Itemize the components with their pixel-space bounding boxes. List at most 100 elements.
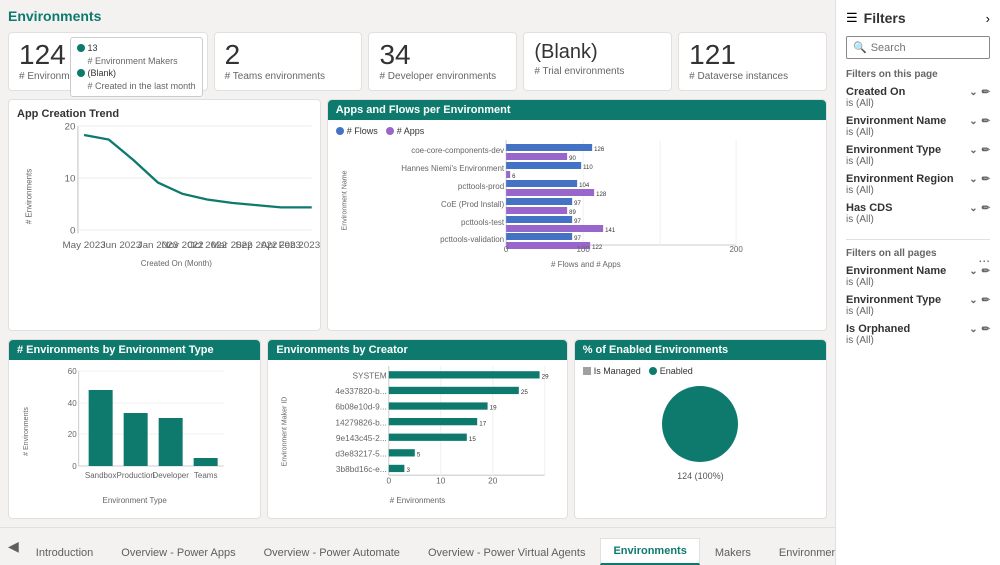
filters-on-page-label: Filters on this page (846, 69, 990, 80)
tab-overview-power-apps[interactable]: Overview - Power Apps (108, 540, 248, 565)
page-title: Environments (8, 8, 827, 24)
stat-label-trial: # Trial environments (534, 66, 661, 77)
filter-chevron-2[interactable]: ⌄ (969, 145, 977, 156)
stat-label-dataverse: # Dataverse instances (689, 71, 816, 82)
filter-chevron-1[interactable]: ⌄ (969, 116, 977, 127)
filters-all-pages-label: Filters on all pages (846, 248, 937, 259)
legend-flows-dot (336, 127, 344, 135)
svg-text:6b08e10d-9...: 6b08e10d-9... (336, 402, 387, 412)
filter-edit-all-1[interactable]: ✏ (982, 295, 990, 306)
stat-number-dataverse: 121 (689, 41, 816, 69)
filter-chevron-4[interactable]: ⌄ (969, 203, 977, 214)
filter-edit-4[interactable]: ✏ (982, 203, 990, 214)
svg-text:60: 60 (68, 367, 77, 376)
svg-text:4e337820-b...: 4e337820-b... (336, 386, 387, 396)
legend-managed: Is Managed (583, 366, 641, 376)
filter-chevron-all-2[interactable]: ⌄ (969, 324, 977, 335)
svg-text:20: 20 (68, 430, 77, 439)
filter-all-env-name: Environment Name ⌄ ✏ is (All) (846, 265, 990, 288)
tab-introduction[interactable]: Introduction (23, 540, 106, 565)
filters-all-pages-dots[interactable]: ... (978, 249, 990, 265)
stat-card-trial: (Blank) # Trial environments (523, 32, 672, 91)
bottom-tabs: ◀ Introduction Overview - Power Apps Ove… (0, 527, 835, 565)
stat-label-teams: # Teams environments (225, 71, 352, 82)
tooltip-dot (77, 44, 85, 52)
stat-label-developer: # Developer environments (379, 71, 506, 82)
search-input[interactable] (871, 42, 983, 54)
svg-text:Developer: Developer (152, 471, 189, 480)
filter-has-cds: Has CDS ⌄ ✏ is (All) (846, 202, 990, 225)
filter-edit-all-2[interactable]: ✏ (982, 324, 990, 335)
svg-text:141: 141 (605, 228, 616, 234)
sidebar-divider (846, 239, 990, 240)
stat-card-teams: 2 # Teams environments (214, 32, 363, 91)
tab-environments[interactable]: Environments (600, 538, 699, 565)
pie-svg (655, 379, 745, 469)
tab-prev-btn[interactable]: ◀ (4, 538, 23, 555)
filter-env-region: Environment Region ⌄ ✏ is (All) (846, 173, 990, 196)
svg-text:40: 40 (68, 399, 77, 408)
creator-x-label: # Environments (276, 496, 558, 505)
svg-text:Teams: Teams (194, 471, 218, 480)
sidebar: ☰ Filters › 🔍 Filters on this page Creat… (835, 0, 1000, 565)
search-box[interactable]: 🔍 (846, 36, 990, 59)
app-creation-trend-title: App Creation Trend (17, 108, 312, 120)
sidebar-chevron-right[interactable]: › (986, 11, 990, 26)
env-type-svg: 60 40 20 0 Sandbox (35, 366, 252, 491)
content-area: Environments 124 # Environments 13 # Env… (0, 0, 835, 527)
stats-row: 124 # Environments 13 # Environment Make… (8, 32, 827, 91)
svg-text:15: 15 (469, 436, 476, 443)
svg-text:110: 110 (583, 165, 593, 171)
filter-created-on: Created On ⌄ ✏ is (All) (846, 86, 990, 109)
filter-edit-0[interactable]: ✏ (982, 87, 990, 98)
stat-number-developer: 34 (379, 41, 506, 69)
pie-legend: Is Managed Enabled (583, 366, 818, 376)
svg-text:17: 17 (480, 420, 487, 427)
svg-text:100: 100 (576, 245, 590, 254)
svg-text:19: 19 (490, 405, 497, 412)
creator-y-label: Environment Maker ID (281, 396, 288, 466)
tab-environment-capacity[interactable]: Environment Capacity (766, 540, 835, 565)
filter-chevron-all-1[interactable]: ⌄ (969, 295, 977, 306)
filter-edit-2[interactable]: ✏ (982, 145, 990, 156)
pie-container: 124 (100%) (583, 380, 818, 480)
creator-card: Environments by Creator Environment Make… (267, 339, 567, 519)
svg-text:pcttools-prod: pcttools-prod (458, 182, 504, 191)
filter-env-name: Environment Name ⌄ ✏ is (All) (846, 115, 990, 138)
svg-text:d3e83217-5...: d3e83217-5... (336, 448, 387, 458)
tooltip-line-3: (Blank) (77, 67, 196, 80)
tab-overview-power-automate[interactable]: Overview - Power Automate (251, 540, 413, 565)
app-creation-svg: 20 10 0 May 2023 Jun 2023 Jan 2023 Nov 2… (41, 126, 312, 256)
search-icon: 🔍 (853, 41, 867, 54)
filter-all-env-type: Environment Type ⌄ ✏ is (All) (846, 294, 990, 317)
filter-edit-3[interactable]: ✏ (982, 174, 990, 185)
filter-chevron-0[interactable]: ⌄ (969, 87, 977, 98)
filter-edit-1[interactable]: ✏ (982, 116, 990, 127)
svg-text:May 2023: May 2023 (62, 240, 105, 251)
tab-overview-power-virtual-agents[interactable]: Overview - Power Virtual Agents (415, 540, 599, 565)
svg-text:5: 5 (417, 451, 421, 458)
stat-card-environments: 124 # Environments 13 # Environment Make… (8, 32, 208, 91)
svg-text:Hannes Niemi's Environment: Hannes Niemi's Environment (401, 164, 505, 173)
filter-edit-all-0[interactable]: ✏ (982, 266, 990, 277)
filter-chevron-all-0[interactable]: ⌄ (969, 266, 977, 277)
env-type-y-label: # Environments (23, 407, 30, 456)
apps-flows-y-label: Environment Name (341, 170, 348, 230)
main-container: Environments 124 # Environments 13 # Env… (0, 0, 1000, 565)
svg-text:10: 10 (436, 476, 446, 486)
env-type-x-label: Environment Type (17, 496, 252, 505)
tab-makers[interactable]: Makers (702, 540, 764, 565)
legend-apps: # Apps (386, 126, 425, 136)
svg-text:0: 0 (387, 476, 392, 486)
filter-icon: ☰ (846, 10, 858, 26)
filter-chevron-3[interactable]: ⌄ (969, 174, 977, 185)
svg-text:20: 20 (65, 122, 76, 133)
svg-text:200: 200 (729, 245, 743, 254)
svg-text:97: 97 (574, 201, 581, 207)
stat-card-dataverse: 121 # Dataverse instances (678, 32, 827, 91)
stat-number-teams: 2 (225, 41, 352, 69)
bottom-row: # Environments by Environment Type # Env… (8, 339, 827, 519)
svg-text:10: 10 (65, 174, 76, 185)
tooltip-environments: 13 # Environment Makers (Blank) # Create… (70, 37, 203, 97)
filter-all-is-orphaned: Is Orphaned ⌄ ✏ is (All) (846, 323, 990, 346)
